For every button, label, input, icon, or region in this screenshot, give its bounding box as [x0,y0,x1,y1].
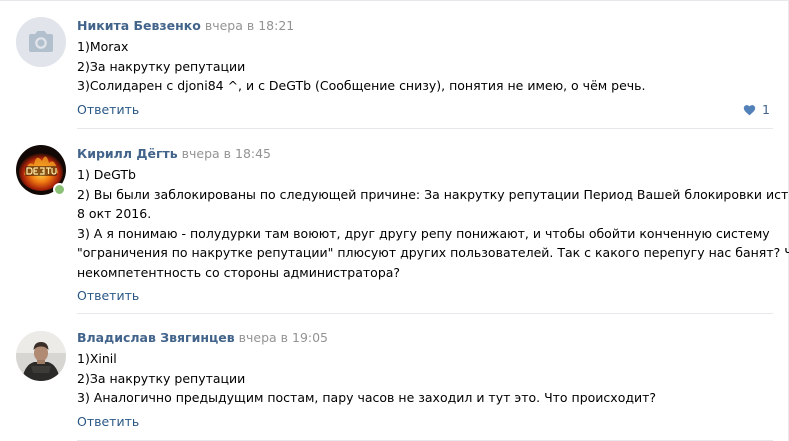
comment-line: 8 окт 2016. [77,206,152,221]
comment: Никита Бевзенко вчера в 18:21 1)Morax 2)З… [0,0,789,129]
comment-date[interactable]: вчера в 18:21 [205,18,294,33]
comment-footer: Ответить [77,413,773,431]
comment-line: некомпетентность со стороны администрато… [77,264,401,280]
comment-line: 2) Вы были заблокированы по следующей пр… [77,186,789,202]
likes-count: 1 [762,101,770,117]
comment-line: 1)Morax [77,39,129,54]
comment-footer: Ответить [77,287,773,305]
comment-header: Кирилл Дёгть вчера в 18:45 [77,145,773,163]
comment-content: Никита Бевзенко вчера в 18:21 1)Morax 2)З… [77,17,773,119]
comment-content: Владислав Звягинцев вчера в 19:05 1)Xinil… [77,329,773,431]
comment-text: 1) DeGTb 2) Вы были заблокированы по сле… [77,165,789,282]
reply-link[interactable]: Ответить [77,102,139,117]
comment-line: 1) DeGTb [77,167,136,182]
comment-header: Владислав Звягинцев вчера в 19:05 [77,329,773,347]
reply-link[interactable]: Ответить [77,414,139,429]
comment-footer: Ответить 1 [77,101,773,119]
comment-content: Кирилл Дёгть вчера в 18:45 1) DeGTb 2) Вы… [77,145,789,305]
comment-line: "ограничения по накрутке репутации" плюс… [77,245,789,260]
comment-line: 3) Аналогично предыдущим постам, пару ча… [77,390,657,405]
comment: Кирилл Дёгть вчера в 18:45 1) DeGTb 2) Вы… [0,129,789,314]
comment-line: 1)Xinil [77,351,117,366]
avatar[interactable] [16,331,66,381]
comment: Владислав Звягинцев вчера в 19:05 1)Xinil… [0,314,789,441]
comment-line: 3)Солидарен с djoni84 ^, и с DeGTb (Сооб… [77,78,646,93]
comment-date[interactable]: вчера в 19:05 [239,330,328,345]
comment-line: 3) А я понимаю - полудурки там воюют, др… [77,225,770,241]
author-name[interactable]: Кирилл Дёгть [77,146,178,161]
comment-line: 2)За накрутку репутации [77,370,246,386]
like-button[interactable]: 1 [743,101,770,119]
comment-line: 2)За накрутку репутации [77,58,246,74]
comment-text: 1)Xinil 2)За накрутку репутации 3) Анало… [77,349,773,408]
comment-header: Никита Бевзенко вчера в 18:21 [77,17,773,35]
online-indicator [53,183,66,196]
avatar[interactable] [16,17,66,67]
avatar-image [16,331,66,381]
author-name[interactable]: Владислав Звягинцев [77,330,235,345]
author-name[interactable]: Никита Бевзенко [77,18,201,33]
heart-icon [743,104,756,115]
comment-date[interactable]: вчера в 18:45 [182,146,271,161]
reply-link[interactable]: Ответить [77,288,139,303]
camera-icon [16,17,66,67]
comment-text: 1)Morax 2)За накрутку репутации 3)Солида… [77,37,773,96]
